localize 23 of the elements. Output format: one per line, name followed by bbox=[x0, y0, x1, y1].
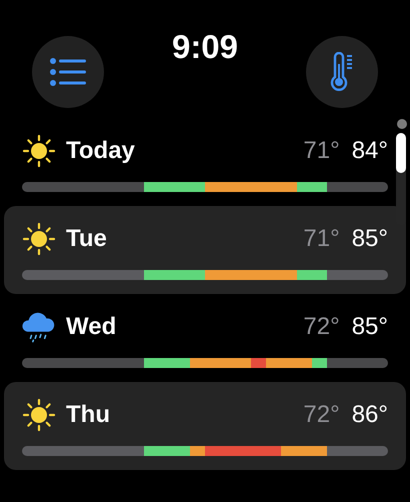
sun-icon bbox=[22, 222, 56, 256]
high-temperature: 85° bbox=[352, 227, 388, 251]
day-name: Thu bbox=[66, 403, 110, 427]
sun-icon bbox=[22, 398, 56, 432]
high-temperature: 84° bbox=[352, 139, 388, 163]
sun-icon bbox=[22, 134, 56, 168]
high-temperature: 86° bbox=[352, 403, 388, 427]
scroll-thumb[interactable] bbox=[396, 133, 406, 173]
day-card[interactable]: Tue 71° 85° bbox=[4, 206, 406, 294]
time: 9:09 bbox=[172, 30, 238, 67]
thermometer-icon bbox=[330, 52, 354, 92]
low-temperature: 71° bbox=[303, 227, 340, 251]
day-name: Tue bbox=[66, 227, 107, 251]
high-temperature: 85° bbox=[352, 315, 388, 339]
page-indicator-dot bbox=[397, 119, 407, 129]
low-temperature: 72° bbox=[303, 315, 340, 339]
list-icon bbox=[50, 58, 86, 86]
day-name: Today bbox=[66, 139, 135, 163]
day-card[interactable]: Thu 72° 86° bbox=[4, 382, 406, 470]
rain-cloud-icon bbox=[22, 310, 56, 344]
day-name: Wed bbox=[66, 315, 116, 339]
low-temperature: 72° bbox=[303, 403, 340, 427]
low-temperature: 71° bbox=[303, 139, 340, 163]
